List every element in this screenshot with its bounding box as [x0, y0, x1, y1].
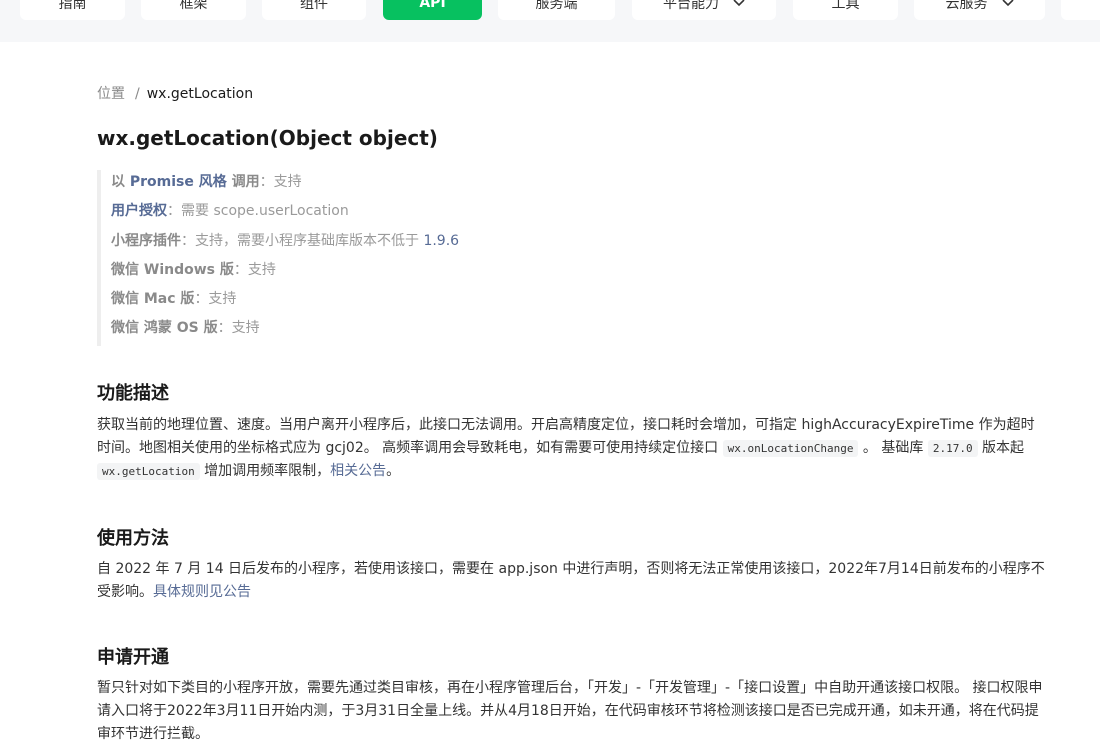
- meta-key: 小程序插件: [111, 232, 181, 249]
- breadcrumb-separator: /: [135, 86, 140, 102]
- inline-code: wx.onLocationChange: [722, 440, 859, 457]
- nav-tab-label: 框架: [179, 0, 208, 12]
- meta-value: ：支持: [217, 320, 260, 337]
- nav-tab-cloud[interactable]: 云服务: [914, 0, 1045, 20]
- nav-tab-label: 服务端: [535, 0, 578, 12]
- page-title: wx.getLocation(Object object): [97, 126, 438, 150]
- rules-announcement-link[interactable]: 具体规则见公告: [153, 584, 251, 600]
- nav-tab-label: 指南: [58, 0, 87, 12]
- nav-tab-framework[interactable]: 框架: [141, 0, 246, 20]
- meta-windows: 微信 Windows 版：支持: [111, 258, 797, 287]
- paragraph-text: 版本起: [977, 440, 1025, 456]
- meta-value: ：支持: [194, 291, 237, 308]
- related-announcement-link[interactable]: 相关公告: [330, 463, 386, 479]
- paragraph-text: 。: [386, 463, 401, 479]
- meta-key: 微信 Mac 版: [111, 291, 195, 308]
- inline-code: 2.17.0: [927, 440, 978, 457]
- nav-tab-server[interactable]: 服务端: [498, 0, 615, 20]
- nav-tab-label: 工具: [831, 0, 860, 12]
- chevron-down-icon: [1001, 0, 1014, 10]
- meta-key: 微信 鸿蒙 OS 版: [111, 320, 218, 337]
- meta-value: ：支持: [233, 261, 276, 278]
- meta-value: ：支持，需要小程序基础库版本不低于: [181, 232, 424, 249]
- breadcrumb: 位置 / wx.getLocation: [97, 83, 253, 103]
- meta-key: 调用: [226, 174, 260, 190]
- chevron-down-icon: [733, 0, 745, 10]
- user-auth-link[interactable]: 用户授权: [111, 203, 167, 219]
- nav-tab-tools[interactable]: 工具: [793, 0, 898, 20]
- breadcrumb-parent-link[interactable]: 位置: [97, 86, 125, 102]
- nav-tab-platform[interactable]: 平台能力: [632, 0, 776, 20]
- nav-tab-overflow[interactable]: [1061, 0, 1100, 20]
- nav-tab-api[interactable]: API: [383, 0, 482, 20]
- meta-key: 以: [111, 174, 130, 190]
- usage-paragraph: 自 2022 年 7 月 14 日后发布的小程序，若使用该接口，需要在 app.…: [97, 558, 1047, 604]
- apply-paragraph: 暂只针对如下类目的小程序开放，需要先通过类目审核，再在小程序管理后台，「开发」-…: [97, 680, 1043, 742]
- promise-style-link[interactable]: Promise 风格: [130, 174, 227, 190]
- description-paragraph: 获取当前的地理位置、速度。当用户离开小程序后，此接口无法调用。开启高精度定位，接…: [97, 414, 1047, 483]
- section-title-description: 功能描述: [97, 383, 169, 404]
- nav-tab-label: API: [419, 0, 446, 11]
- breadcrumb-current: wx.getLocation: [146, 86, 254, 102]
- nav-tab-guide[interactable]: 指南: [20, 0, 125, 20]
- meta-mac: 微信 Mac 版：支持: [111, 287, 797, 316]
- meta-plugin: 小程序插件：支持，需要小程序基础库版本不低于 1.9.6: [111, 229, 797, 258]
- section-title-apply: 申请开通: [97, 647, 169, 668]
- meta-key: 微信 Windows 版: [111, 261, 234, 278]
- meta-promise: 以 Promise 风格 调用：支持: [111, 170, 797, 199]
- paragraph-text: 增加调用频率限制，: [199, 463, 331, 479]
- nav-tab-label: 平台能力: [663, 0, 719, 12]
- nav-tab-label: 云服务: [945, 0, 988, 12]
- nav-tab-label: 组件: [300, 0, 328, 12]
- meta-value: ：需要 scope.userLocation: [167, 203, 349, 220]
- meta-harmony: 微信 鸿蒙 OS 版：支持: [111, 316, 797, 345]
- meta-value: ：支持: [259, 174, 302, 190]
- section-title-usage: 使用方法: [97, 528, 169, 549]
- top-nav-bar: 指南 框架 组件 API 服务端 平台能力 工具 云服务: [0, 0, 1100, 42]
- base-library-version-link[interactable]: 1.9.6: [423, 233, 459, 249]
- support-info-block: 以 Promise 风格 调用：支持 用户授权：需要 scope.userLoc…: [97, 170, 797, 346]
- meta-auth: 用户授权：需要 scope.userLocation: [111, 199, 797, 228]
- paragraph-text: 。 基础库: [858, 440, 928, 456]
- inline-code: wx.getLocation: [97, 463, 200, 480]
- nav-tab-components[interactable]: 组件: [262, 0, 366, 20]
